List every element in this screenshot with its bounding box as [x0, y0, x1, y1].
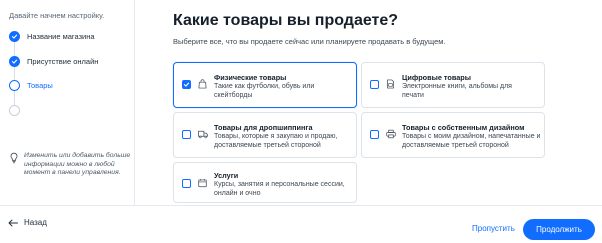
truck-icon: [198, 130, 208, 139]
card-title: Физические товары: [214, 73, 287, 82]
checkbox[interactable]: [182, 80, 191, 89]
step-online-presence[interactable]: Присутствие онлайн: [9, 55, 98, 67]
card-title: Цифровые товары: [402, 73, 471, 82]
sidebar-intro: Давайте начнем настройку.: [9, 11, 105, 20]
step-products[interactable]: Товары: [9, 79, 53, 91]
card-title: Товары для дропшиппинга: [214, 123, 313, 132]
arrow-left-icon: [8, 219, 18, 226]
current-step-icon: [9, 79, 20, 91]
card-title: Услуги: [214, 171, 239, 180]
digital-file-icon: [386, 79, 395, 89]
product-type-card-physical[interactable]: Физические товары Такие как футболки, об…: [173, 62, 357, 108]
lightbulb-icon: [10, 152, 18, 164]
step-label: Товары: [27, 80, 53, 90]
checkbox[interactable]: [182, 130, 191, 139]
page-subtitle: Выберите все, что вы продаете сейчас или…: [173, 37, 446, 46]
step-next: [9, 104, 27, 116]
continue-button[interactable]: Продолжить: [523, 219, 595, 240]
back-button[interactable]: Назад: [8, 218, 47, 227]
back-label: Назад: [24, 218, 47, 227]
bag-icon: [198, 79, 207, 89]
product-type-card-digital[interactable]: Цифровые товары Электронные книги, альбо…: [361, 62, 545, 108]
page-title: Какие товары вы продаете?: [173, 12, 399, 29]
main-content: Какие товары вы продаете? Выберите все, …: [136, 0, 602, 205]
step-label: Присутствие онлайн: [27, 56, 99, 66]
card-description: Электронные книги, альбомы для печати: [402, 83, 512, 99]
product-type-card-print-on-demand[interactable]: Товары с собственным дизайном Товары с м…: [361, 112, 545, 158]
step-label: Название магазина: [27, 31, 95, 41]
card-description: Товары, которые я закупаю и продаю, дост…: [214, 133, 338, 149]
step-connector: [14, 90, 15, 105]
checkbox[interactable]: [182, 179, 191, 188]
pending-step-icon: [9, 104, 20, 116]
step-store-name[interactable]: Название магазина: [9, 30, 95, 42]
footer-bar: Назад Пропустить Продолжить: [0, 205, 602, 243]
card-title: Товары с собственным дизайном: [402, 123, 525, 132]
check-icon: [9, 55, 20, 67]
calendar-icon: [198, 179, 207, 188]
skip-button[interactable]: Пропустить: [472, 224, 515, 233]
checkbox[interactable]: [370, 80, 379, 89]
card-description: Курсы, занятия и персональные сессии, он…: [214, 181, 345, 197]
tip-text: Изменить или добавить больше информации …: [24, 152, 131, 177]
check-icon: [9, 30, 20, 42]
product-type-card-services[interactable]: Услуги Курсы, занятия и персональные сес…: [173, 162, 357, 203]
card-description: Такие как футболки, обувь или скейтборды: [214, 83, 315, 99]
setup-sidebar: Давайте начнем настройку. Название магаз…: [0, 0, 135, 205]
card-description: Товары с моим дизайном, напечатанные и д…: [402, 133, 541, 149]
printer-icon: [386, 129, 396, 139]
dashboard-tip: Изменить или добавить больше информации …: [9, 152, 131, 178]
checkbox[interactable]: [370, 130, 379, 139]
product-type-card-dropshipping[interactable]: Товары для дропшиппинга Товары, которые …: [173, 112, 357, 158]
